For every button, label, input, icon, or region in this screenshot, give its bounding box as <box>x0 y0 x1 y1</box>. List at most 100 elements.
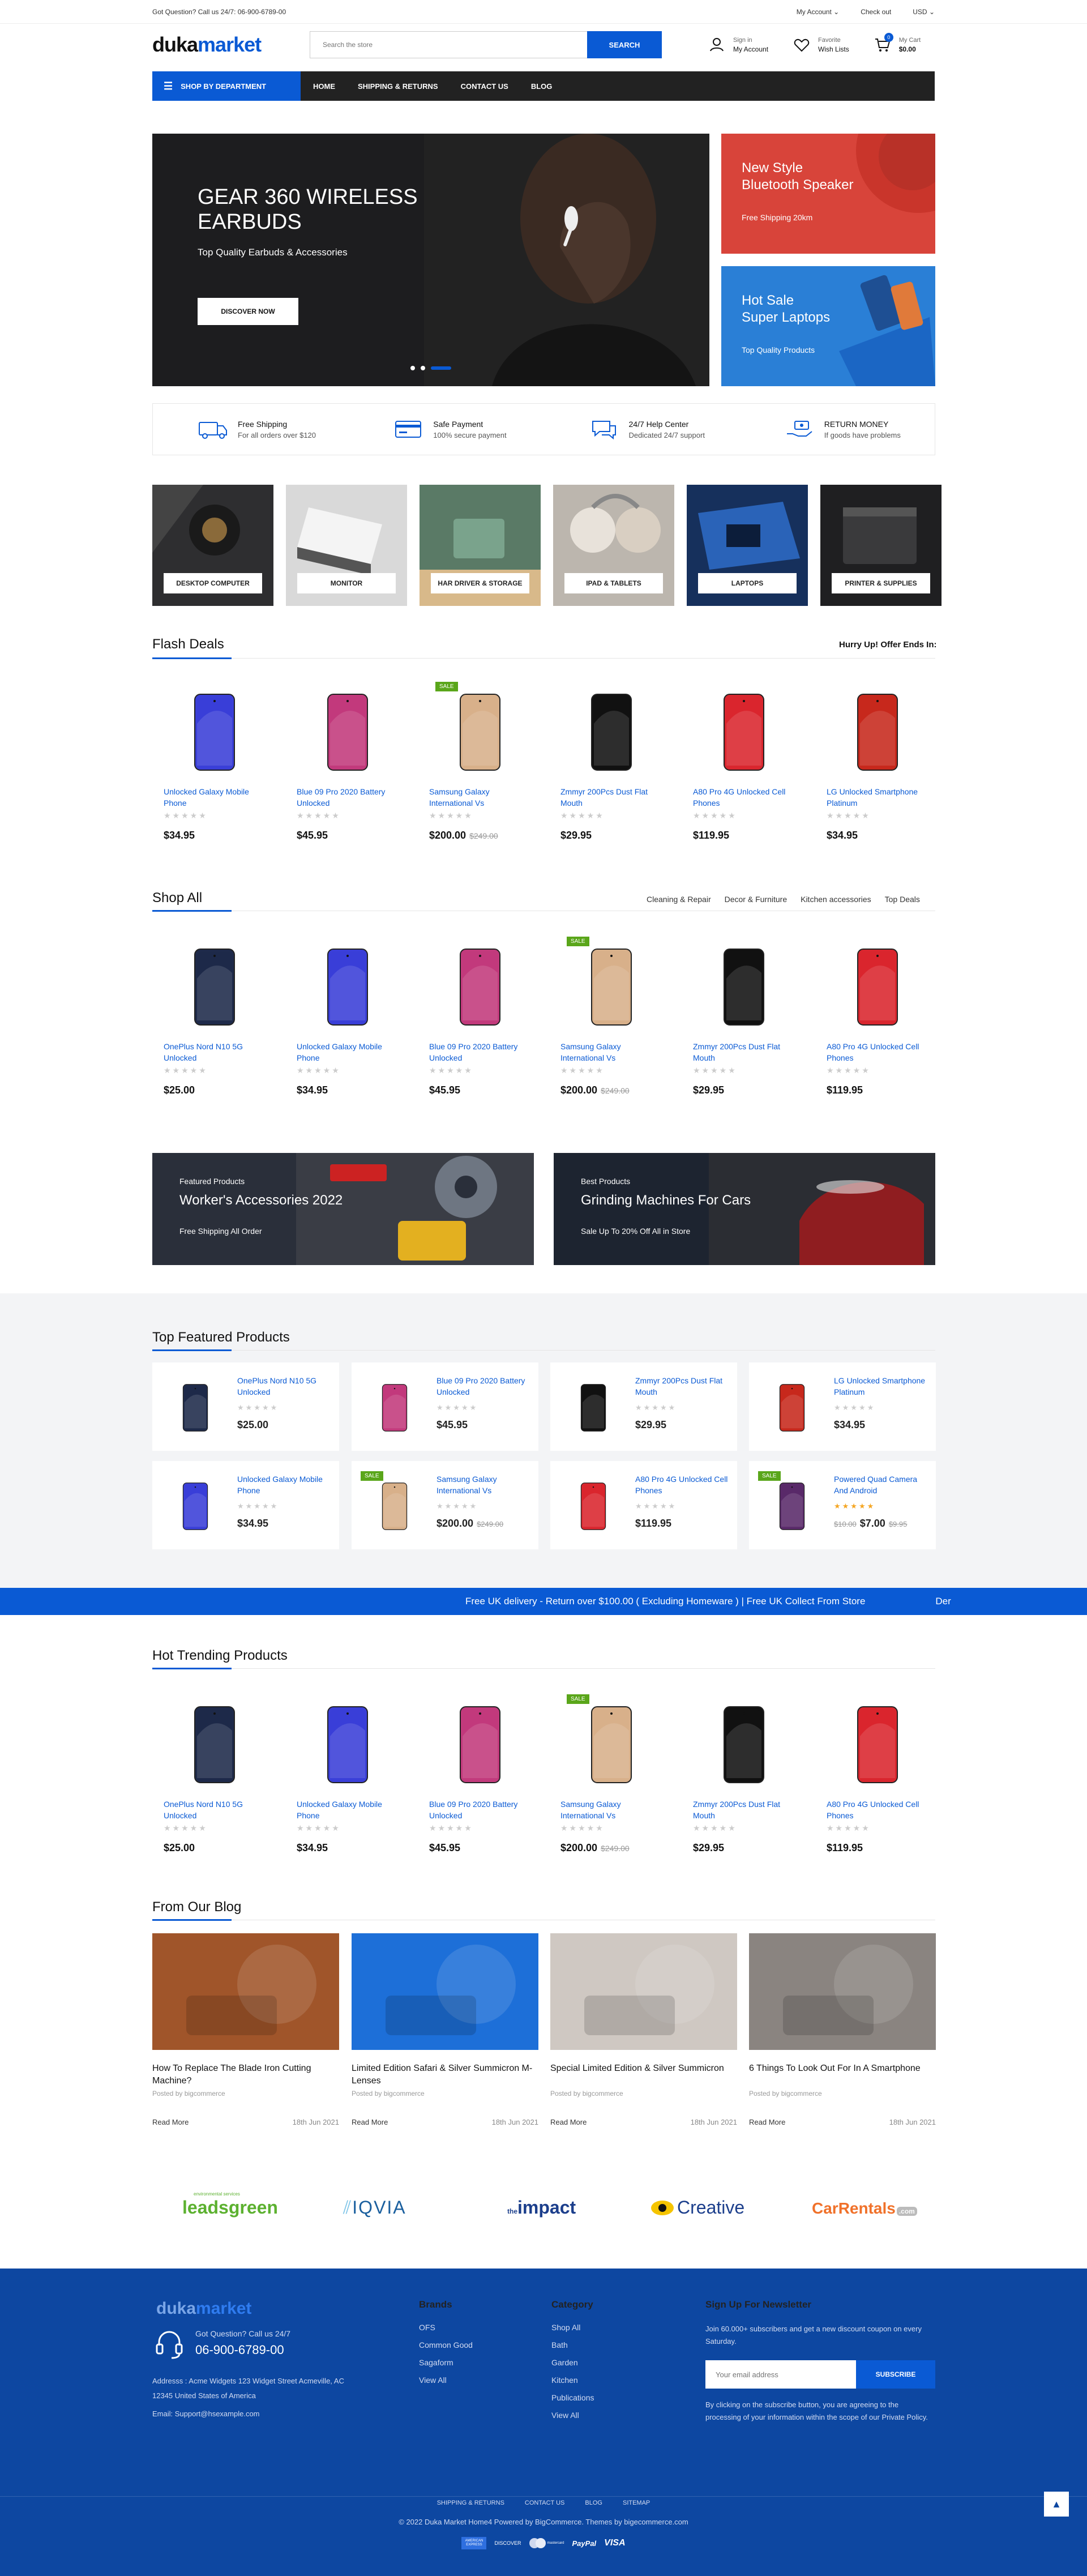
product-card[interactable]: Unlocked Galaxy Mobile Phone ★★★★★ $34.95 <box>297 945 399 1096</box>
featured-product-card[interactable]: OnePlus Nord N10 5G Unlocked ★★★★★ $25.00 <box>152 1362 339 1451</box>
product-image-wrap[interactable] <box>575 690 648 775</box>
blog-post-card[interactable]: 6 Things To Look Out For In A Smartphone… <box>749 1933 936 2126</box>
product-name[interactable]: Zmmyr 200Pcs Dust Flat Mouth <box>635 1375 731 1398</box>
my-account-link[interactable]: My Account ⌄ <box>797 8 839 16</box>
footer-link[interactable]: Publications <box>551 2393 594 2402</box>
slider-dot[interactable] <box>421 366 425 370</box>
blog-post-title[interactable]: How To Replace The Blade Iron Cutting Ma… <box>152 2062 339 2087</box>
nav-home[interactable]: HOME <box>313 82 335 91</box>
product-card[interactable]: A80 Pro 4G Unlocked Cell Phones ★★★★★ $119… <box>693 690 795 841</box>
product-name[interactable]: Samsung Galaxy International Vs <box>429 786 531 809</box>
brand-iqvia[interactable]: ⫽IQVIA <box>343 2197 406 2219</box>
footer-bottom-link[interactable]: CONTACT US <box>525 2500 565 2506</box>
blog-post-card[interactable]: How To Replace The Blade Iron Cutting Ma… <box>152 1933 339 2126</box>
tab-decor-furniture[interactable]: Decor & Furniture <box>725 895 787 904</box>
product-name[interactable]: Samsung Galaxy International Vs <box>560 1041 662 1063</box>
product-image-wrap[interactable] <box>372 1379 417 1436</box>
brand-impact[interactable]: theimpact <box>507 2197 576 2218</box>
product-name[interactable]: OnePlus Nord N10 5G Unlocked <box>237 1375 333 1398</box>
footer-logo[interactable]: dukamarket <box>156 2299 251 2318</box>
product-image-wrap[interactable] <box>707 1702 781 1787</box>
product-image-wrap[interactable]: SALE <box>567 1694 648 1787</box>
category-monitor[interactable]: MONITOR <box>286 485 407 606</box>
product-card[interactable]: SALE Samsung Galaxy International Vs ★★★★★… <box>560 1694 662 1854</box>
product-image-wrap[interactable] <box>178 1702 251 1787</box>
read-more-link[interactable]: Read More <box>152 2118 189 2126</box>
currency-select[interactable]: USD ⌄ <box>913 8 935 16</box>
featured-product-card[interactable]: SALE Samsung Galaxy International Vs ★★★★★… <box>352 1461 538 1549</box>
product-name[interactable]: Blue 09 Pro 2020 Battery Unlocked <box>429 1041 531 1063</box>
footer-link[interactable]: Sagaform <box>419 2358 473 2367</box>
footer-bottom-link[interactable]: BLOG <box>585 2500 602 2506</box>
tab-top-deals[interactable]: Top Deals <box>885 895 920 904</box>
product-card[interactable]: A80 Pro 4G Unlocked Cell Phones ★★★★★ $119… <box>827 1702 928 1854</box>
blog-post-title[interactable]: 6 Things To Look Out For In A Smartphone <box>749 2062 936 2087</box>
product-name[interactable]: Unlocked Galaxy Mobile Phone <box>297 1041 399 1063</box>
promo-grinding-machines[interactable]: Best Products Grinding Machines For Cars… <box>554 1153 935 1265</box>
product-image-wrap[interactable] <box>841 945 914 1029</box>
product-image-wrap[interactable]: SALE <box>567 937 648 1029</box>
blog-post-image[interactable] <box>550 1933 737 2050</box>
featured-product-card[interactable]: SALE Powered Quad Camera And Android ★★★★★… <box>749 1461 936 1549</box>
product-image-wrap[interactable] <box>841 1702 914 1787</box>
brand-creative[interactable]: Creative <box>651 2197 744 2218</box>
product-image-wrap[interactable] <box>443 945 517 1029</box>
slider-dot[interactable] <box>410 366 415 370</box>
tab-kitchen-accessories[interactable]: Kitchen accessories <box>801 895 871 904</box>
blog-post-card[interactable]: Special Limited Edition & Silver Summicr… <box>550 1933 737 2126</box>
category-laptops[interactable]: LAPTOPS <box>687 485 808 606</box>
subscribe-button[interactable]: SUBSCRIBE <box>856 2360 935 2389</box>
product-name[interactable]: Zmmyr 200Pcs Dust Flat Mouth <box>693 1041 795 1063</box>
product-card[interactable]: A80 Pro 4G Unlocked Cell Phones ★★★★★ $119… <box>827 945 928 1096</box>
footer-link[interactable]: Garden <box>551 2358 594 2367</box>
category-desktop-computer[interactable]: DESKTOP COMPUTER <box>152 485 273 606</box>
product-name[interactable]: A80 Pro 4G Unlocked Cell Phones <box>635 1473 731 1496</box>
footer-link[interactable]: View All <box>419 2376 473 2385</box>
footer-link[interactable]: OFS <box>419 2323 473 2332</box>
footer-link[interactable]: Bath <box>551 2340 594 2349</box>
nav-blog[interactable]: BLOG <box>531 82 553 91</box>
product-image-wrap[interactable] <box>311 1702 384 1787</box>
footer-link[interactable]: Kitchen <box>551 2376 594 2385</box>
product-image-wrap[interactable] <box>173 1478 218 1535</box>
nav-contact-us[interactable]: CONTACT US <box>461 82 508 91</box>
read-more-link[interactable]: Read More <box>352 2118 388 2126</box>
product-image-wrap[interactable] <box>178 690 251 775</box>
product-image-wrap[interactable] <box>571 1478 616 1535</box>
product-image-wrap[interactable] <box>707 690 781 775</box>
category-hard-drive-storage[interactable]: HAR DRIVER & STORAGE <box>420 485 541 606</box>
checkout-link[interactable]: Check out <box>861 8 891 16</box>
promo-workers-accessories[interactable]: Featured Products Worker's Accessories 2… <box>152 1153 534 1265</box>
product-card[interactable]: Unlocked Galaxy Mobile Phone ★★★★★ $34.95 <box>297 1702 399 1854</box>
product-card[interactable]: OnePlus Nord N10 5G Unlocked ★★★★★ $25.00 <box>164 945 266 1096</box>
product-image-wrap[interactable]: SALE <box>435 682 517 775</box>
slider-dot-active[interactable] <box>431 366 451 370</box>
product-card[interactable]: OnePlus Nord N10 5G Unlocked ★★★★★ $25.00 <box>164 1702 266 1854</box>
wishlist-link[interactable]: Favorite Wish Lists <box>792 35 849 54</box>
shop-by-department-button[interactable]: ☰ SHOP BY DEPARTMENT <box>152 71 301 101</box>
hero-slider[interactable]: GEAR 360 WIRELESS EARBUDS Top Quality Ea… <box>152 134 709 386</box>
product-card[interactable]: SALE Samsung Galaxy International Vs ★★★★★… <box>560 937 662 1096</box>
product-name[interactable]: LG Unlocked Smartphone Platinum <box>834 1375 930 1398</box>
product-image-wrap[interactable] <box>443 1702 517 1787</box>
product-image-wrap[interactable] <box>707 945 781 1029</box>
product-name[interactable]: A80 Pro 4G Unlocked Cell Phones <box>693 786 795 809</box>
search-button[interactable]: SEARCH <box>587 31 662 58</box>
banner-bluetooth-speaker[interactable]: New Style Bluetooth Speaker Free Shippin… <box>721 134 935 254</box>
product-card[interactable]: Blue 09 Pro 2020 Battery Unlocked ★★★★★ $4… <box>429 1702 531 1854</box>
product-name[interactable]: Powered Quad Camera And Android <box>834 1473 930 1496</box>
product-image-wrap[interactable] <box>841 690 914 775</box>
footer-link[interactable]: Common Good <box>419 2340 473 2349</box>
product-name[interactable]: A80 Pro 4G Unlocked Cell Phones <box>827 1798 928 1821</box>
product-image-wrap[interactable] <box>769 1379 815 1436</box>
read-more-link[interactable]: Read More <box>550 2118 587 2126</box>
brand-carrentals[interactable]: CarRentals .com <box>812 2199 917 2218</box>
back-to-top-button[interactable]: ▲ <box>1044 2492 1069 2517</box>
product-image-wrap[interactable] <box>173 1379 218 1436</box>
footer-bottom-link[interactable]: SHIPPING & RETURNS <box>437 2500 504 2506</box>
product-name[interactable]: Samsung Galaxy International Vs <box>436 1473 533 1496</box>
discover-now-button[interactable]: DISCOVER NOW <box>198 298 298 325</box>
featured-product-card[interactable]: LG Unlocked Smartphone Platinum ★★★★★ $34.… <box>749 1362 936 1451</box>
blog-post-image[interactable] <box>352 1933 538 2050</box>
site-logo[interactable]: dukamarket <box>152 33 310 57</box>
